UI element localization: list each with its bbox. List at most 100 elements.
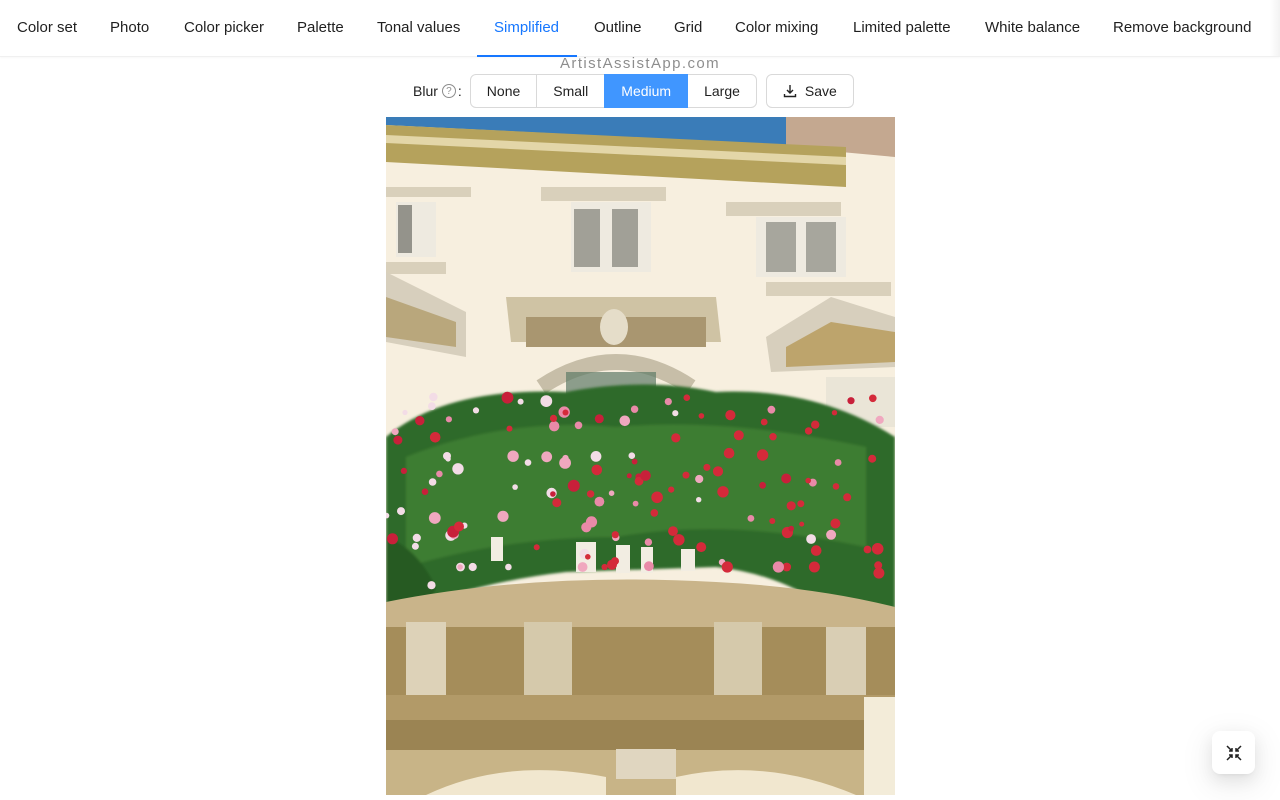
flower-dot xyxy=(452,463,464,475)
flower-dot xyxy=(695,474,704,484)
flower-dot xyxy=(402,409,408,416)
flower-dot xyxy=(873,567,885,579)
flower-dot xyxy=(632,500,639,507)
flower-dot xyxy=(457,564,463,570)
blur-option-small[interactable]: Small xyxy=(536,74,606,108)
flower-dot xyxy=(428,512,441,524)
flower-dot xyxy=(628,452,636,460)
tab-simplified[interactable]: Simplified xyxy=(494,0,559,56)
flower-dot xyxy=(429,392,438,402)
flower-dot xyxy=(397,507,405,516)
flower-dot xyxy=(562,409,569,416)
flower-dot xyxy=(497,510,509,522)
flower-dot xyxy=(650,509,659,517)
flower-dot xyxy=(696,497,702,503)
flower-dot xyxy=(611,531,619,539)
flower-dot xyxy=(574,421,583,430)
flower-dot xyxy=(834,459,842,466)
flower-dot xyxy=(799,521,805,527)
flower-dot xyxy=(725,410,736,421)
tab-outline[interactable]: Outline xyxy=(594,0,642,56)
tab-limited-palette[interactable]: Limited palette xyxy=(853,0,951,56)
flower-dot xyxy=(805,477,811,484)
blur-segmented-control: None Small Medium Large xyxy=(469,74,757,108)
flower-dot xyxy=(586,490,595,498)
flower-dot xyxy=(540,395,553,407)
tab-remove-background[interactable]: Remove background xyxy=(1113,0,1251,56)
flower-dot xyxy=(644,561,654,572)
flower-dot xyxy=(668,526,678,536)
flower-dot xyxy=(421,488,429,496)
flower-dot xyxy=(781,473,792,484)
flower-dot xyxy=(869,394,877,403)
flower-dot xyxy=(696,542,707,553)
flower-dot xyxy=(868,454,877,463)
flower-dot xyxy=(723,447,735,459)
flower-dot xyxy=(400,467,407,474)
flower-dot xyxy=(769,433,777,441)
fullscreen-exit-icon xyxy=(1225,744,1242,761)
flower-dot xyxy=(733,430,744,441)
flower-dot xyxy=(767,405,776,414)
tab-palette[interactable]: Palette xyxy=(297,0,344,56)
tab-white-balance[interactable]: White balance xyxy=(985,0,1080,56)
flower-dot xyxy=(769,518,776,524)
blur-option-large[interactable]: Large xyxy=(687,74,757,108)
flower-dot xyxy=(468,562,477,572)
question-circle-icon[interactable]: ? xyxy=(441,84,456,98)
flower-dot xyxy=(683,394,691,402)
blur-label-group: Blur ? : xyxy=(413,83,462,99)
flower-dot xyxy=(506,425,513,432)
flower-dot xyxy=(668,486,675,493)
flower-dot xyxy=(843,493,852,502)
tab-grid[interactable]: Grid xyxy=(674,0,702,56)
flower-dot xyxy=(412,533,421,542)
exit-fullscreen-button[interactable] xyxy=(1212,731,1255,774)
blur-option-medium[interactable]: Medium xyxy=(604,74,689,108)
flower-dot xyxy=(772,561,784,573)
flower-dot xyxy=(443,452,451,460)
flower-dot xyxy=(507,450,519,462)
flower-dot xyxy=(454,521,464,532)
flower-dot xyxy=(673,534,685,546)
flower-dot xyxy=(517,398,524,405)
flower-dot xyxy=(672,410,679,417)
flower-dot xyxy=(594,414,604,424)
flower-dot xyxy=(832,483,840,490)
flower-dot xyxy=(626,473,632,479)
save-button[interactable]: Save xyxy=(765,74,854,108)
flower-dot xyxy=(811,420,820,429)
flower-dot xyxy=(682,471,690,479)
flower-dot xyxy=(874,561,883,570)
flower-dot xyxy=(501,391,514,404)
flower-dot xyxy=(472,407,480,414)
tab-color-picker[interactable]: Color picker xyxy=(184,0,264,56)
flower-dot xyxy=(875,415,884,424)
flower-dot xyxy=(630,405,639,413)
flower-dot xyxy=(804,427,813,435)
blur-controls: Blur ? : None Small Medium Large Save xyxy=(413,74,854,108)
flower-dot xyxy=(445,416,452,423)
flower-dot xyxy=(826,529,837,540)
tab-photo[interactable]: Photo xyxy=(110,0,149,56)
flower-dot xyxy=(428,478,437,486)
tab-color-mixing[interactable]: Color mixing xyxy=(735,0,818,56)
flower-dot xyxy=(552,498,562,508)
blur-option-none[interactable]: None xyxy=(469,74,538,108)
tab-color-set[interactable]: Color set xyxy=(17,0,77,56)
flower-dot xyxy=(651,491,663,504)
flower-dot xyxy=(585,516,598,528)
flower-dot xyxy=(429,432,441,443)
flower-dot xyxy=(631,458,638,465)
flower-dot xyxy=(664,398,672,406)
flower-dot xyxy=(585,554,591,560)
flower-dot xyxy=(549,421,560,432)
flower-dot xyxy=(871,543,884,555)
flower-dot xyxy=(756,449,769,461)
simplified-image[interactable] xyxy=(386,117,895,795)
flower-dot xyxy=(415,416,425,426)
flower-dot xyxy=(591,464,603,476)
tab-tonal-values[interactable]: Tonal values xyxy=(377,0,460,56)
flower-dot xyxy=(512,484,518,490)
flower-dot xyxy=(830,518,841,529)
